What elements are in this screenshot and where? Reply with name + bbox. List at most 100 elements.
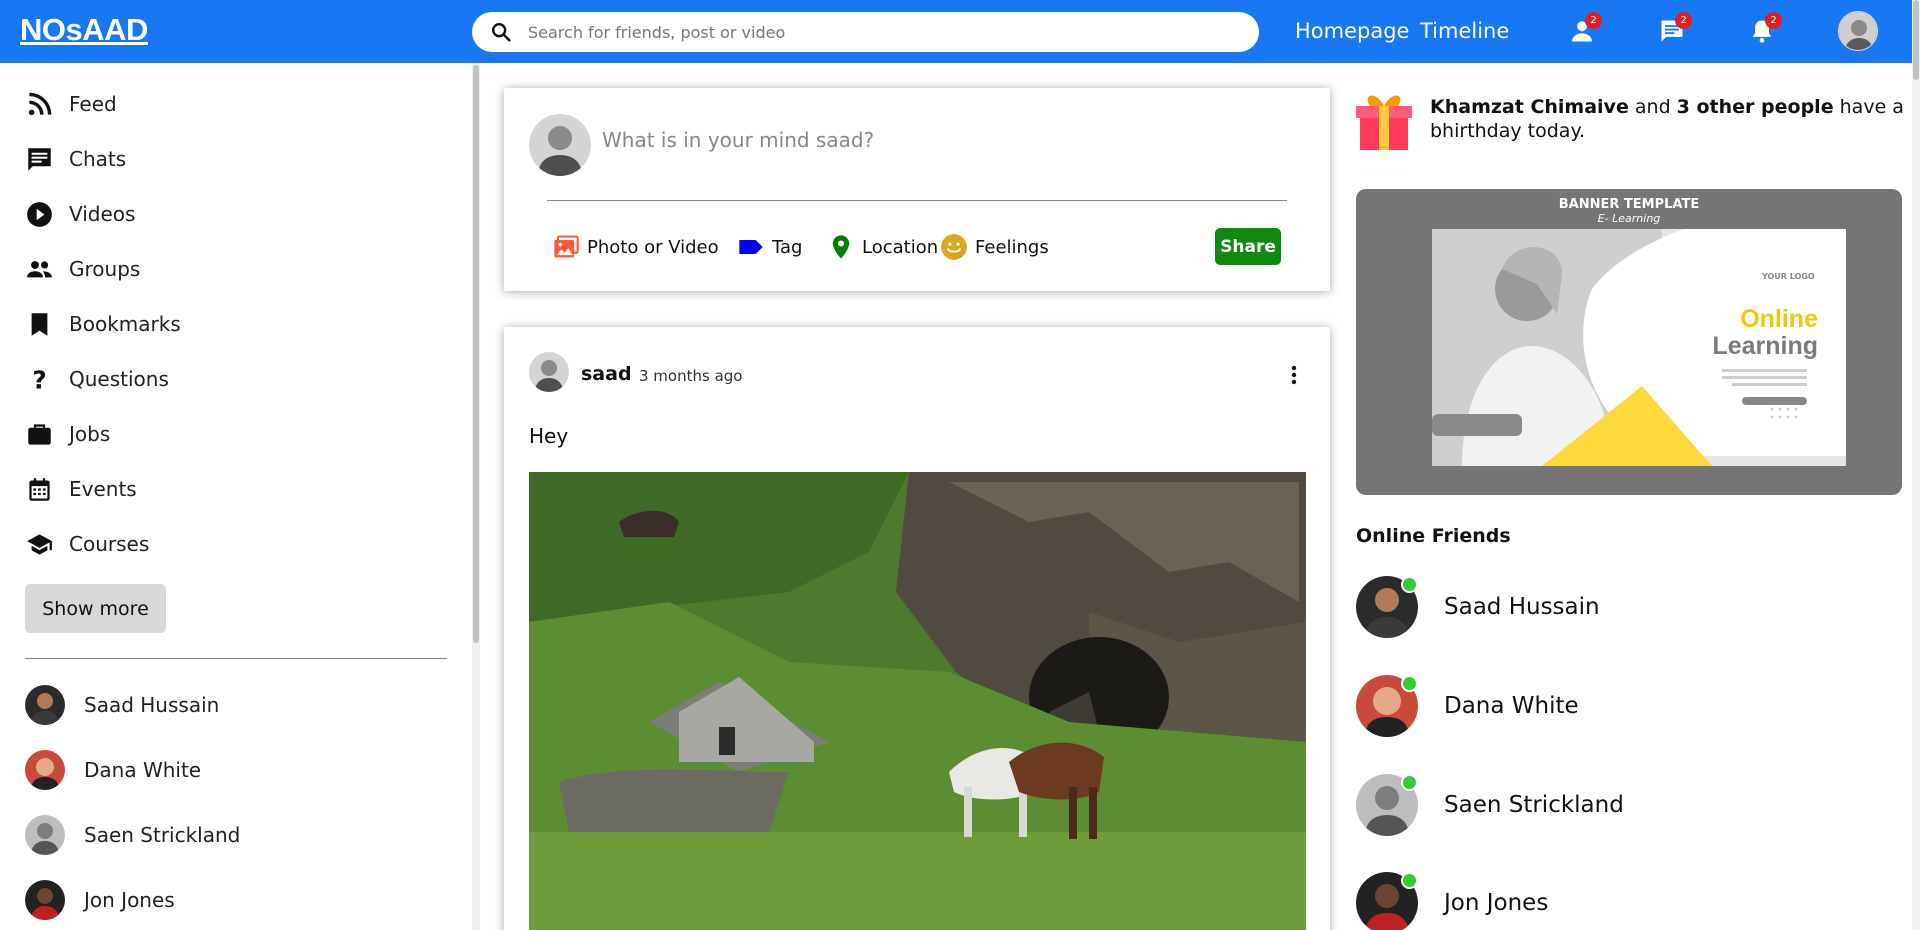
sidebar-item-label: Courses (69, 532, 150, 556)
sidebar-scrollbar-thumb[interactable] (473, 65, 479, 643)
friend-name: Saen Strickland (84, 823, 241, 847)
sidebar-item-jobs[interactable]: Jobs (26, 417, 110, 451)
post-composer: Photo or Video Tag Location Feelings Sha… (504, 88, 1330, 291)
rss-icon (28, 92, 52, 115)
group-icon (27, 260, 52, 277)
online-friend[interactable]: Dana White (1356, 675, 1579, 737)
avatar (1356, 774, 1418, 836)
post-input[interactable] (602, 128, 1202, 152)
option-label: Feelings (975, 236, 1049, 258)
sidebar-item-label: Questions (69, 367, 169, 391)
show-more-button[interactable]: Show more (25, 584, 166, 633)
sidebar-item-videos[interactable]: Videos (26, 197, 135, 231)
online-friends-heading: Online Friends (1356, 525, 1511, 547)
messages-button[interactable]: 2 (1658, 12, 1692, 47)
sidebar-friend[interactable]: Saen Strickland (25, 815, 240, 855)
online-status-dot (1401, 576, 1418, 593)
friend-name: Saen Strickland (1444, 792, 1624, 818)
tag-icon (739, 240, 763, 254)
friend-name: Jon Jones (84, 888, 175, 912)
emoji-icon (941, 234, 967, 260)
option-label: Tag (772, 236, 803, 258)
birthday-text: Khamzat Chimaive and 3 other people have… (1430, 96, 1910, 144)
online-status-dot (1401, 872, 1418, 889)
birthday-others[interactable]: 3 other people (1677, 96, 1834, 118)
sidebar-item-label: Groups (69, 257, 141, 281)
sidebar-item-groups[interactable]: Groups (26, 252, 140, 286)
sidebar-friend[interactable]: Jon Jones (25, 880, 175, 920)
sidebar-item-feed[interactable]: Feed (26, 87, 117, 121)
avatar (25, 880, 65, 920)
location-option[interactable]: Location (827, 233, 938, 261)
post-username[interactable]: saad (581, 363, 632, 385)
friend-name: Dana White (1444, 693, 1579, 719)
friend-name: Saad Hussain (1444, 594, 1600, 620)
logo[interactable]: NOsAAD (20, 12, 148, 48)
timeline-link[interactable]: Timeline (1420, 19, 1509, 43)
bookmark-icon (31, 312, 48, 336)
notifications-button[interactable]: 2 (1748, 12, 1782, 47)
sidebar-item-questions[interactable]: ? Questions (26, 362, 169, 396)
option-label: Photo or Video (587, 236, 719, 258)
feelings-option[interactable]: Feelings (940, 233, 1049, 261)
sidebar-item-courses[interactable]: Courses (26, 527, 149, 561)
question-icon: ? (32, 366, 46, 393)
online-friend[interactable]: Saen Strickland (1356, 774, 1624, 836)
messages-badge: 2 (1675, 12, 1692, 29)
more-vert-icon (1291, 365, 1297, 385)
homepage-link[interactable]: Homepage (1295, 19, 1409, 43)
post-text: Hey (529, 424, 569, 448)
avatar-image (1839, 12, 1877, 50)
sidebar-item-bookmarks[interactable]: Bookmarks (26, 307, 181, 341)
friend-requests-button[interactable]: 2 (1568, 12, 1602, 47)
school-icon (27, 533, 52, 555)
play-circle-icon (27, 201, 52, 227)
birthday-and: and (1628, 96, 1677, 118)
more-options-button[interactable] (1282, 361, 1306, 389)
chat-icon (28, 147, 51, 171)
sidebar-friend[interactable]: Saad Hussain (25, 685, 219, 725)
friend-name: Jon Jones (1444, 890, 1549, 916)
post-card: saad 3 months ago Hey (504, 327, 1330, 930)
option-label: Location (862, 236, 939, 258)
online-friend[interactable]: Jon Jones (1356, 872, 1548, 930)
avatar (25, 750, 65, 790)
left-sidebar: Feed Chats Videos Groups Bookmarks ? Que… (0, 63, 472, 930)
online-friend[interactable]: Saad Hussain (1356, 576, 1600, 638)
page-scrollbar-thumb[interactable] (1913, 0, 1919, 80)
avatar (1356, 872, 1418, 930)
composer-divider (547, 200, 1287, 201)
banner-line2: Learning (1712, 332, 1818, 360)
friends-badge: 2 (1585, 12, 1602, 29)
ad-banner[interactable]: BANNER TEMPLATE E- Learning YOUR LOGO On… (1356, 189, 1902, 495)
banner-line1: Online (1740, 305, 1818, 333)
tag-option[interactable]: Tag (737, 233, 802, 261)
sidebar-item-events[interactable]: Events (26, 472, 137, 506)
page-scrollbar[interactable] (1912, 0, 1920, 930)
top-bar: NOsAAD Homepage Timeline 2 2 2 (0, 0, 1920, 63)
gift-icon (1356, 88, 1412, 152)
banner-title: BANNER TEMPLATE (1558, 197, 1700, 212)
avatar (1356, 576, 1418, 638)
avatar (529, 114, 591, 176)
friend-name: Dana White (84, 758, 202, 782)
photo-video-option[interactable]: Photo or Video (552, 233, 719, 261)
profile-avatar[interactable] (1838, 11, 1878, 51)
sidebar-friend[interactable]: Dana White (25, 750, 201, 790)
sidebar-item-chats[interactable]: Chats (26, 142, 126, 176)
location-icon (832, 235, 850, 259)
calendar-icon (29, 477, 50, 501)
birthday-name[interactable]: Khamzat Chimaive (1430, 96, 1629, 118)
search-input[interactable] (528, 22, 1208, 42)
banner-logo: YOUR LOGO (1761, 272, 1815, 281)
avatar (1356, 675, 1418, 737)
avatar (25, 815, 65, 855)
sidebar-item-label: Jobs (69, 422, 111, 446)
sidebar-item-label: Chats (69, 147, 127, 171)
post-image[interactable] (529, 472, 1306, 930)
share-button[interactable]: Share (1215, 228, 1281, 265)
avatar (25, 685, 65, 725)
sidebar-item-label: Events (69, 477, 137, 501)
notifications-badge: 2 (1765, 12, 1782, 29)
search-bar[interactable] (472, 12, 1259, 52)
